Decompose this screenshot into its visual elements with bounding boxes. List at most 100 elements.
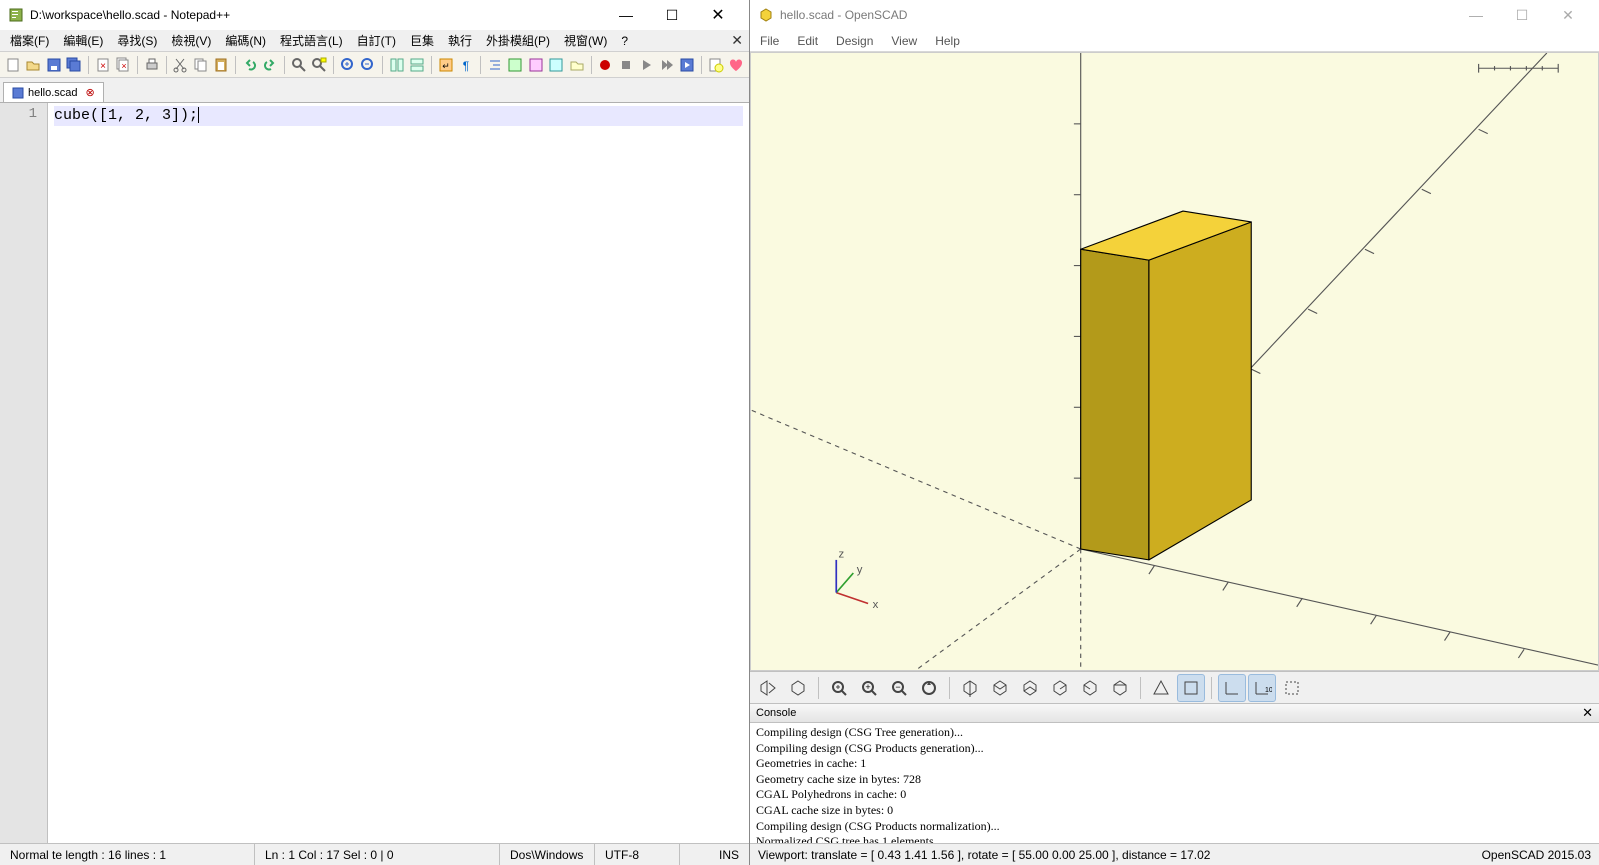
menu-language[interactable]: 程式語言(L) (274, 30, 349, 51)
redo-icon[interactable] (262, 55, 280, 75)
status-position: Ln : 1 Col : 17 Sel : 0 | 0 (255, 844, 500, 865)
menu-file[interactable]: 檔案(F) (4, 30, 55, 51)
menu-view[interactable]: 檢視(V) (165, 30, 217, 51)
menu-file[interactable]: File (760, 34, 779, 48)
save-macro-icon[interactable] (679, 55, 697, 75)
record-macro-icon[interactable] (596, 55, 614, 75)
copy-icon[interactable] (192, 55, 210, 75)
menu-encoding[interactable]: 編碼(N) (219, 30, 272, 51)
maximize-button[interactable]: ☐ (649, 0, 695, 30)
openscad-icon (758, 7, 774, 23)
code-area[interactable]: cube([1, 2, 3]); (48, 103, 749, 843)
menu-edit[interactable]: 編輯(E) (57, 30, 109, 51)
new-file-icon[interactable] (4, 55, 22, 75)
oscad-titlebar[interactable]: hello.scad - OpenSCAD — ☐ ✕ (750, 0, 1599, 30)
play-macro-icon[interactable] (638, 55, 656, 75)
monitor-file-icon[interactable] (707, 55, 725, 75)
svg-text:−: − (895, 682, 900, 692)
paste-icon[interactable] (213, 55, 231, 75)
show-scalemarkers-icon[interactable]: 10 (1248, 674, 1276, 702)
show-edges-icon[interactable] (1278, 674, 1306, 702)
status-viewport-info: Viewport: translate = [ 0.43 1.41 1.56 ]… (758, 848, 1210, 862)
view-back-icon[interactable] (1106, 674, 1134, 702)
orthogonal-icon[interactable] (1177, 674, 1205, 702)
svg-text:↵: ↵ (442, 61, 450, 71)
npp-toolbar: × × ↵ ¶ (0, 52, 749, 78)
cut-icon[interactable] (171, 55, 189, 75)
play-multi-icon[interactable] (658, 55, 676, 75)
print-icon[interactable] (143, 55, 161, 75)
file-tab-hello-scad[interactable]: hello.scad ⊗ (3, 82, 104, 102)
save-all-icon[interactable] (66, 55, 84, 75)
close-button[interactable]: ✕ (695, 0, 741, 30)
reset-view-icon[interactable] (915, 674, 943, 702)
status-insert-mode[interactable]: INS (680, 844, 749, 865)
status-eol[interactable]: Dos\Windows (500, 844, 595, 865)
maximize-button[interactable]: ☐ (1499, 0, 1545, 30)
console-output[interactable]: Compiling design (CSG Tree generation)..… (750, 723, 1599, 843)
close-all-icon[interactable]: × (115, 55, 133, 75)
console-close-icon[interactable]: ✕ (1582, 705, 1593, 721)
npp-editor[interactable]: 1 cube([1, 2, 3]); (0, 102, 749, 843)
find-icon[interactable] (290, 55, 308, 75)
menu-plugins[interactable]: 外掛模組(P) (480, 30, 556, 51)
view-right-icon[interactable] (956, 674, 984, 702)
npp-titlebar[interactable]: D:\workspace\hello.scad - Notepad++ — ☐ … (0, 0, 749, 30)
zoom-in-icon[interactable] (339, 55, 357, 75)
menu-view[interactable]: View (891, 34, 917, 48)
tab-close-icon[interactable]: ⊗ (86, 86, 95, 99)
npp-tabbar: hello.scad ⊗ (0, 78, 749, 102)
open-file-icon[interactable] (25, 55, 43, 75)
npp-menubar: 檔案(F) 編輯(E) 尋找(S) 檢視(V) 編碼(N) 程式語言(L) 自訂… (0, 30, 749, 52)
heart-icon[interactable] (728, 55, 746, 75)
menubar-close-icon[interactable]: ✕ (731, 32, 743, 49)
show-all-chars-icon[interactable]: ¶ (457, 55, 475, 75)
menu-edit[interactable]: Edit (797, 34, 818, 48)
oscad-3d-viewport[interactable]: x y z (750, 52, 1599, 671)
minimize-button[interactable]: — (603, 0, 649, 30)
console-header[interactable]: Console ✕ (750, 703, 1599, 723)
zoom-all-icon[interactable] (825, 674, 853, 702)
close-file-icon[interactable]: × (94, 55, 112, 75)
oscad-statusbar: Viewport: translate = [ 0.43 1.41 1.56 ]… (750, 843, 1599, 865)
replace-icon[interactable] (310, 55, 328, 75)
zoom-out-icon[interactable]: − (885, 674, 913, 702)
console-label: Console (756, 707, 796, 719)
folder-icon[interactable] (568, 55, 586, 75)
view-bottom-icon[interactable] (1016, 674, 1044, 702)
console-line: Compiling design (CSG Products normaliza… (756, 819, 1593, 835)
doc-map-icon[interactable] (527, 55, 545, 75)
sync-v-icon[interactable] (388, 55, 406, 75)
close-button[interactable]: ✕ (1545, 0, 1591, 30)
undo-icon[interactable] (241, 55, 259, 75)
menu-help[interactable]: ? (615, 32, 634, 50)
minimize-button[interactable]: — (1453, 0, 1499, 30)
status-encoding[interactable]: UTF-8 (595, 844, 680, 865)
view-top-icon[interactable] (986, 674, 1014, 702)
zoom-in-icon[interactable]: + (855, 674, 883, 702)
preview-icon[interactable] (754, 674, 782, 702)
show-axes-icon[interactable] (1218, 674, 1246, 702)
menu-help[interactable]: Help (935, 34, 960, 48)
indent-guide-icon[interactable] (486, 55, 504, 75)
menu-settings[interactable]: 自訂(T) (351, 30, 402, 51)
sync-h-icon[interactable] (408, 55, 426, 75)
render-icon[interactable] (784, 674, 812, 702)
func-list-icon[interactable] (547, 55, 565, 75)
userdef-icon[interactable] (506, 55, 524, 75)
menu-run[interactable]: 執行 (442, 30, 478, 51)
view-front-icon[interactable] (1076, 674, 1104, 702)
code-line-1: cube([1, 2, 3]); (54, 107, 198, 124)
menu-macro[interactable]: 巨集 (404, 30, 440, 51)
zoom-out-icon[interactable] (359, 55, 377, 75)
save-icon[interactable] (45, 55, 63, 75)
view-left-icon[interactable] (1046, 674, 1074, 702)
menu-search[interactable]: 尋找(S) (111, 30, 163, 51)
stop-macro-icon[interactable] (617, 55, 635, 75)
svg-text:¶: ¶ (463, 59, 469, 73)
menu-window[interactable]: 視窗(W) (558, 30, 613, 51)
openscad-window: hello.scad - OpenSCAD — ☐ ✕ File Edit De… (750, 0, 1599, 865)
menu-design[interactable]: Design (836, 34, 873, 48)
wordwrap-icon[interactable]: ↵ (437, 55, 455, 75)
perspective-icon[interactable] (1147, 674, 1175, 702)
